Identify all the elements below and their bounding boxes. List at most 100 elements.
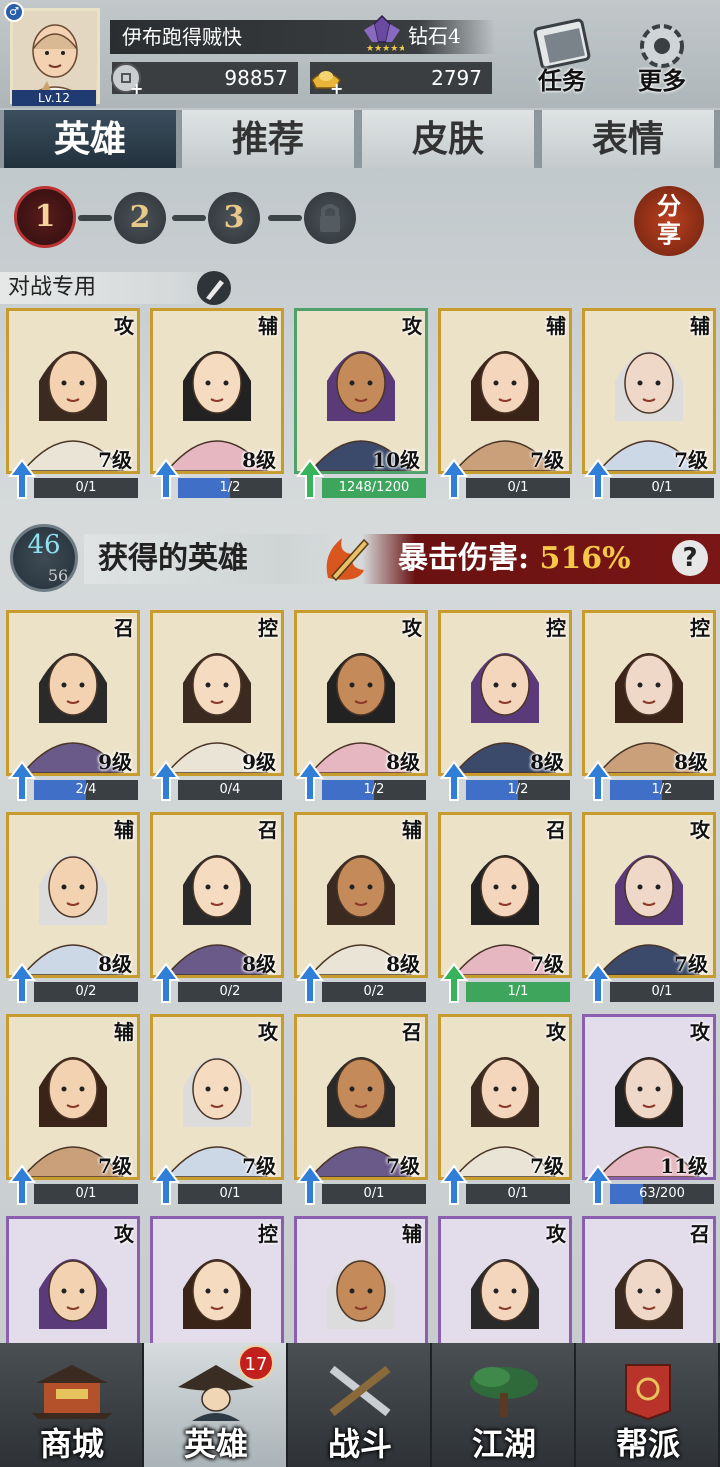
tab-emotes[interactable]: 表情 [542,110,714,168]
nav-shop[interactable]: 商城 [0,1343,144,1467]
guild-banner-icon [625,1364,671,1421]
upgrade-arrow-icon [440,962,468,1003]
brush-edit-icon[interactable] [196,270,232,306]
hero-role: 辅 [114,818,134,842]
gold-ingot-add-icon[interactable]: + [310,62,342,94]
page-divider [172,215,206,221]
hero-role: 辅 [690,314,710,338]
nav-jianghu-label: 江湖 [471,1425,536,1463]
nav-jianghu[interactable]: 江湖 [432,1343,576,1467]
hero-role: 攻 [402,314,422,338]
nav-heroes-label: 英雄 [183,1425,248,1463]
hero-progress-bar: 0/1 [610,478,714,498]
hero-role: 攻 [114,314,134,338]
hero-progress-bar: 1/2 [466,780,570,800]
hero-card[interactable]: 控 9级 0/4 [150,610,284,804]
svg-text:+: + [330,79,342,94]
hero-role: 攻 [258,1020,278,1044]
more-button[interactable]: 更多 [622,18,702,98]
silver-coin-add-icon[interactable]: + [110,62,142,94]
hero-card[interactable]: 攻 11级 63/200 [582,1014,716,1208]
upgrade-arrow-icon [584,962,612,1003]
upgrade-arrow-icon [440,1164,468,1205]
hero-card[interactable]: 攻 7级 0/1 [438,1014,572,1208]
svg-text:+: + [130,79,142,94]
hero-card[interactable]: 召 7级 0/1 [294,1014,428,1208]
hero-level: 7级 [530,1154,564,1178]
hero-progress-text: 1248/1200 [338,480,410,495]
hero-progress-text: 1/2 [507,782,529,797]
battle-section-label: 对战专用 [0,272,220,304]
hero-card[interactable]: 攻 8级 1/2 [294,610,428,804]
hero-role: 控 [690,616,710,640]
rank-display[interactable]: ★★★★★ 钻石4 [360,14,461,54]
hero-card[interactable]: 召 8级 0/2 [150,812,284,1006]
hero-card[interactable]: 控 8级 1/2 [438,610,572,804]
hero-progress-bar: 1248/1200 [322,478,426,498]
hero-card[interactable]: 召 9级 2/4 [6,610,140,804]
pine-tree-icon [470,1367,538,1417]
tab-heroes[interactable]: 英雄 [4,110,176,168]
hero-card[interactable]: 攻 7级 0/1 [150,1014,284,1208]
hero-level: 7级 [674,952,708,976]
page-divider [268,215,302,221]
hero-role: 攻 [690,1020,710,1044]
hero-card[interactable]: 辅 8级 1/2 [150,308,284,502]
nav-guild[interactable]: 帮派 [576,1343,720,1467]
hero-card[interactable]: 辅 7级 0/1 [438,308,572,502]
hero-progress-text: 0/1 [507,480,529,495]
hero-level: 9级 [242,750,276,774]
crit-value: 516% [539,541,631,576]
hero-progress-text: 0/1 [363,1186,385,1201]
team-page-locked[interactable] [304,192,356,244]
tab-recommend[interactable]: 推荐 [182,110,354,168]
hero-level: 8级 [530,750,564,774]
tab-skins[interactable]: 皮肤 [362,110,534,168]
flaming-sword-icon [326,538,370,582]
hero-progress-text: 1/2 [219,480,241,495]
gold-amount: 2797 [431,66,482,90]
hero-level: 7级 [530,448,564,472]
hero-role: 攻 [546,1020,566,1044]
team-page-2[interactable]: 2 [114,192,166,244]
share-button[interactable]: 分享 [634,186,704,256]
hero-notification-badge: 17 [238,1345,274,1381]
hero-count-total: 56 [47,566,69,585]
hero-card[interactable]: 控 8级 1/2 [582,610,716,804]
hero-role: 召 [258,818,278,842]
hero-card[interactable]: 召 7级 1/1 [438,812,572,1006]
page-divider [78,215,112,221]
hero-role: 控 [258,1222,278,1246]
hero-role: 辅 [402,1222,422,1246]
hero-card[interactable]: 辅 8级 0/2 [294,812,428,1006]
team-page-1[interactable]: 1 [14,186,76,248]
hero-progress-bar: 1/2 [322,780,426,800]
hero-progress-bar: 0/1 [34,1184,138,1204]
hero-progress-bar: 0/2 [178,982,282,1002]
more-label: 更多 [638,66,686,95]
hero-card[interactable]: 辅 7级 0/1 [6,1014,140,1208]
upgrade-arrow-icon [584,458,612,499]
hero-progress-text: 0/1 [651,984,673,999]
gender-male-icon: ♂ [4,2,24,22]
hero-progress-text: 0/1 [75,1186,97,1201]
hero-progress-bar: 2/4 [34,780,138,800]
hero-role: 召 [402,1020,422,1044]
tasks-button[interactable]: 任务 [522,18,602,98]
hero-role: 控 [546,616,566,640]
lock-icon [320,204,340,232]
nav-battle[interactable]: 战斗 [288,1343,432,1467]
hero-card[interactable]: 辅 7级 0/1 [582,308,716,502]
hero-level: 7级 [98,448,132,472]
hero-progress-bar: 1/2 [610,780,714,800]
hero-card[interactable]: 攻 10级 1248/1200 [294,308,428,502]
hero-progress-text: 1/2 [363,782,385,797]
team-page-3[interactable]: 3 [208,192,260,244]
upgrade-arrow-icon [584,760,612,801]
help-button[interactable]: ? [672,540,708,576]
hero-card[interactable]: 攻 7级 0/1 [582,812,716,1006]
hero-progress-bar: 0/1 [34,478,138,498]
hero-role: 攻 [402,616,422,640]
hero-card[interactable]: 辅 8级 0/2 [6,812,140,1006]
hero-card[interactable]: 攻 7级 0/1 [6,308,140,502]
